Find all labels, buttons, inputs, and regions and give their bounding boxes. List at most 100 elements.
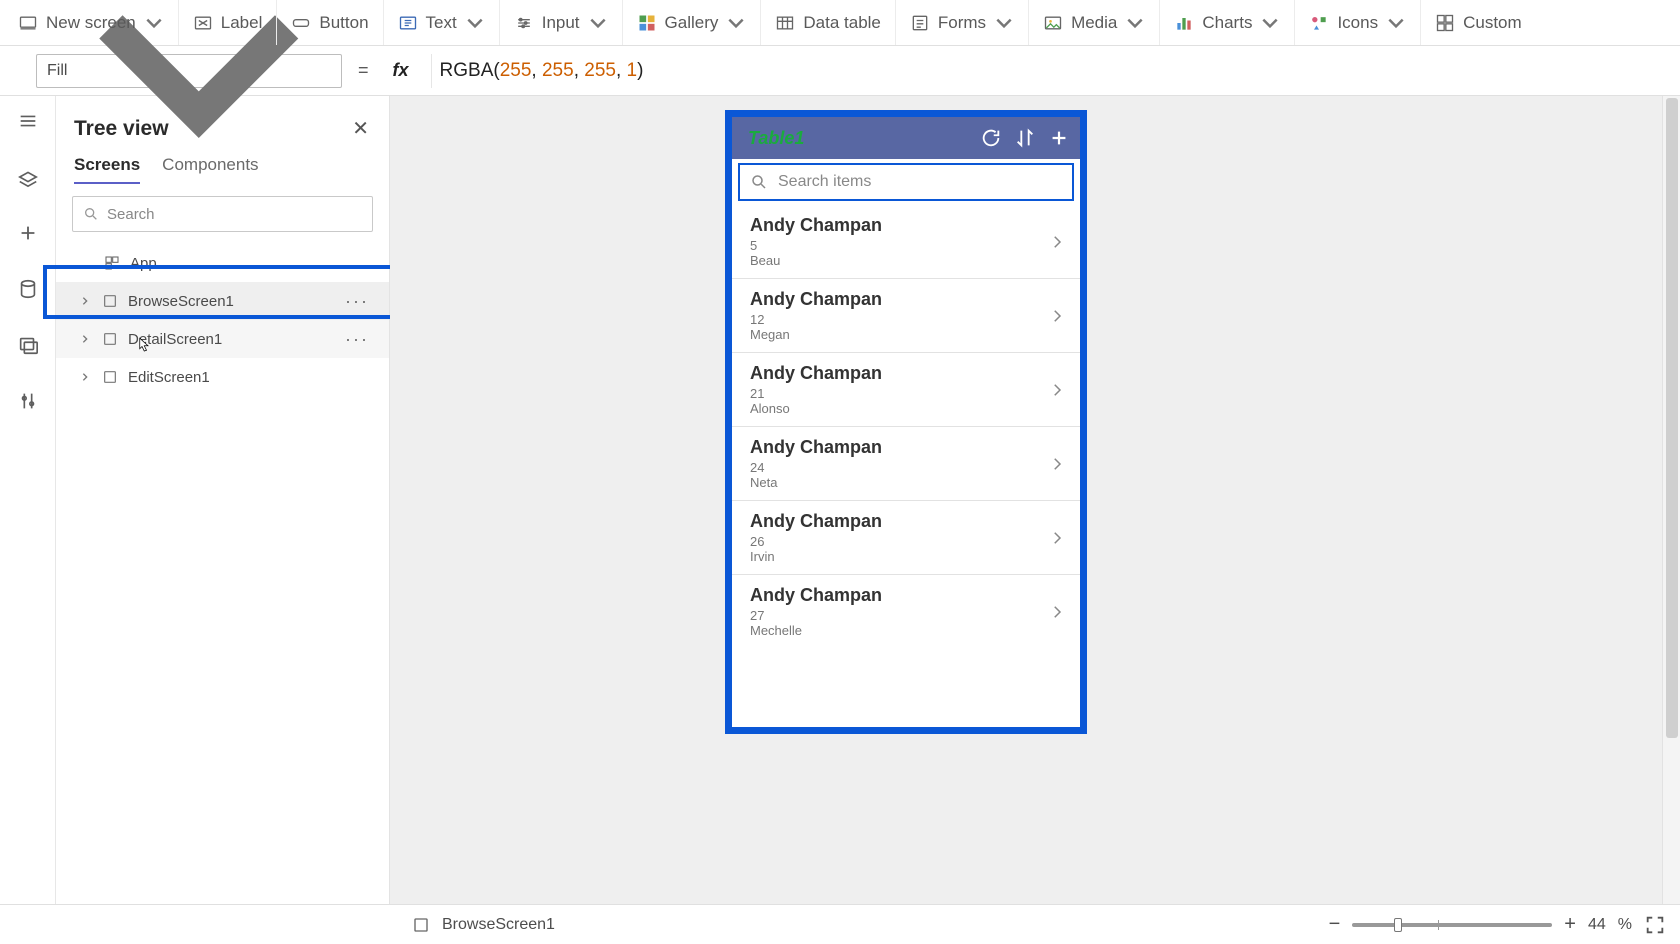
screen-icon xyxy=(102,331,118,347)
zoom-slider[interactable] xyxy=(1352,923,1552,927)
icons-button[interactable]: Icons xyxy=(1295,0,1421,45)
tab-screens[interactable]: Screens xyxy=(74,155,140,184)
list-item-title: Andy Champan xyxy=(750,511,1038,532)
charts-button[interactable]: Charts xyxy=(1160,0,1295,45)
list-item[interactable]: Andy Champan 5 Beau xyxy=(732,205,1080,279)
property-selector[interactable]: Fill xyxy=(36,54,342,88)
tree-title: Tree view xyxy=(74,117,169,141)
tab-components[interactable]: Components xyxy=(162,155,258,184)
tree-node-editscreen[interactable]: EditScreen1 xyxy=(56,358,389,396)
formula-bar[interactable]: RGBA(255, 255, 255, 1) xyxy=(431,54,1670,88)
fx-button[interactable]: fx xyxy=(385,60,421,81)
property-value: Fill xyxy=(47,62,67,80)
text-icon xyxy=(398,13,418,33)
chevron-down-icon xyxy=(144,13,164,33)
gallery-button[interactable]: Gallery xyxy=(623,0,762,45)
app-search-input[interactable]: Search items xyxy=(738,163,1074,201)
list-item[interactable]: Andy Champan 12 Megan xyxy=(732,279,1080,353)
ribbon-label: Icons xyxy=(1337,13,1378,33)
chevron-down-icon xyxy=(588,13,608,33)
app-preview: Table1 Search items Andy Champan 5 Beau xyxy=(725,110,1087,734)
screen-icon xyxy=(102,369,118,385)
tree-node-label: EditScreen1 xyxy=(128,369,210,386)
custom-icon xyxy=(1435,13,1455,33)
zoom-unit: % xyxy=(1618,916,1632,934)
tree-node-label: App xyxy=(130,255,157,272)
list-item[interactable]: Andy Champan 24 Neta xyxy=(732,427,1080,501)
media-icon xyxy=(1043,13,1063,33)
tree-search-input[interactable]: Search xyxy=(72,196,373,232)
data-table-button[interactable]: Data table xyxy=(761,0,896,45)
expand-icon[interactable] xyxy=(78,332,92,346)
search-icon xyxy=(83,206,99,222)
ribbon-label: Media xyxy=(1071,13,1117,33)
search-icon xyxy=(750,173,768,191)
tree-node-detailscreen[interactable]: DetailScreen1 ··· xyxy=(56,320,389,358)
ribbon-label: Button xyxy=(319,13,368,33)
charts-icon xyxy=(1174,13,1194,33)
expand-icon[interactable] xyxy=(78,294,92,308)
ribbon-label: Custom xyxy=(1463,13,1522,33)
formula-arg: 255 xyxy=(500,60,532,82)
input-icon xyxy=(514,13,534,33)
design-canvas[interactable]: Table1 Search items Andy Champan 5 Beau xyxy=(390,96,1680,904)
zoom-out-button[interactable]: − xyxy=(1329,913,1341,936)
more-options-icon[interactable]: ··· xyxy=(345,329,377,350)
tree-view-icon[interactable] xyxy=(17,166,39,188)
hamburger-icon[interactable] xyxy=(17,110,39,132)
new-screen-button[interactable]: New screen xyxy=(4,0,179,45)
zoom-value: 44 xyxy=(1588,916,1606,934)
chevron-down-icon xyxy=(465,13,485,33)
text-button[interactable]: Text xyxy=(384,0,500,45)
app-header: Table1 xyxy=(732,117,1080,159)
list-item[interactable]: Andy Champan 26 Irvin xyxy=(732,501,1080,575)
ribbon-label: Label xyxy=(221,13,263,33)
status-bar: BrowseScreen1 − + 44 % xyxy=(0,904,1680,944)
sort-icon[interactable] xyxy=(1014,127,1036,149)
insert-icon[interactable] xyxy=(17,222,39,244)
list-item-body: Irvin xyxy=(750,549,1038,564)
custom-button[interactable]: Custom xyxy=(1421,0,1536,45)
list-item[interactable]: Andy Champan 21 Alonso xyxy=(732,353,1080,427)
chevron-right-icon xyxy=(1048,455,1066,473)
data-icon[interactable] xyxy=(17,278,39,300)
tree-node-label: DetailScreen1 xyxy=(128,331,222,348)
ribbon-label: Charts xyxy=(1202,13,1252,33)
refresh-icon[interactable] xyxy=(980,127,1002,149)
close-icon[interactable]: ✕ xyxy=(348,112,373,145)
tree-node-app[interactable]: App xyxy=(56,244,389,282)
zoom-in-button[interactable]: + xyxy=(1564,913,1576,936)
chevron-right-icon xyxy=(1048,307,1066,325)
app-icon xyxy=(104,255,120,271)
list-item-body: Beau xyxy=(750,253,1038,268)
chevron-down-icon xyxy=(726,13,746,33)
list-item-subtitle: 21 xyxy=(750,386,1038,401)
tree-node-browsescreen[interactable]: BrowseScreen1 ··· xyxy=(56,282,389,320)
fx-label: fx xyxy=(393,60,409,81)
more-options-icon[interactable]: ··· xyxy=(345,291,377,312)
zoom-slider-knob[interactable] xyxy=(1394,918,1402,932)
expand-icon[interactable] xyxy=(78,370,92,384)
list-item-body: Megan xyxy=(750,327,1038,342)
formula-arg: 1 xyxy=(627,60,638,82)
input-button[interactable]: Input xyxy=(500,0,623,45)
chevron-right-icon xyxy=(1048,603,1066,621)
fullscreen-icon[interactable] xyxy=(1644,914,1666,936)
media-button[interactable]: Media xyxy=(1029,0,1160,45)
advanced-tools-icon[interactable] xyxy=(17,390,39,412)
list-item[interactable]: Andy Champan 27 Mechelle xyxy=(732,575,1080,648)
list-item-subtitle: 24 xyxy=(750,460,1038,475)
screen-icon xyxy=(18,13,38,33)
scrollbar-thumb[interactable] xyxy=(1666,98,1678,738)
list-item-title: Andy Champan xyxy=(750,363,1038,384)
button-button[interactable]: Button xyxy=(277,0,383,45)
canvas-scrollbar[interactable] xyxy=(1662,96,1680,904)
forms-button[interactable]: Forms xyxy=(896,0,1029,45)
list-item-body: Neta xyxy=(750,475,1038,490)
list-item-body: Mechelle xyxy=(750,623,1038,638)
label-icon xyxy=(193,13,213,33)
label-button[interactable]: Label xyxy=(179,0,278,45)
add-icon[interactable] xyxy=(1048,127,1070,149)
formula-arg: 255 xyxy=(542,60,574,82)
media-rail-icon[interactable] xyxy=(17,334,39,356)
